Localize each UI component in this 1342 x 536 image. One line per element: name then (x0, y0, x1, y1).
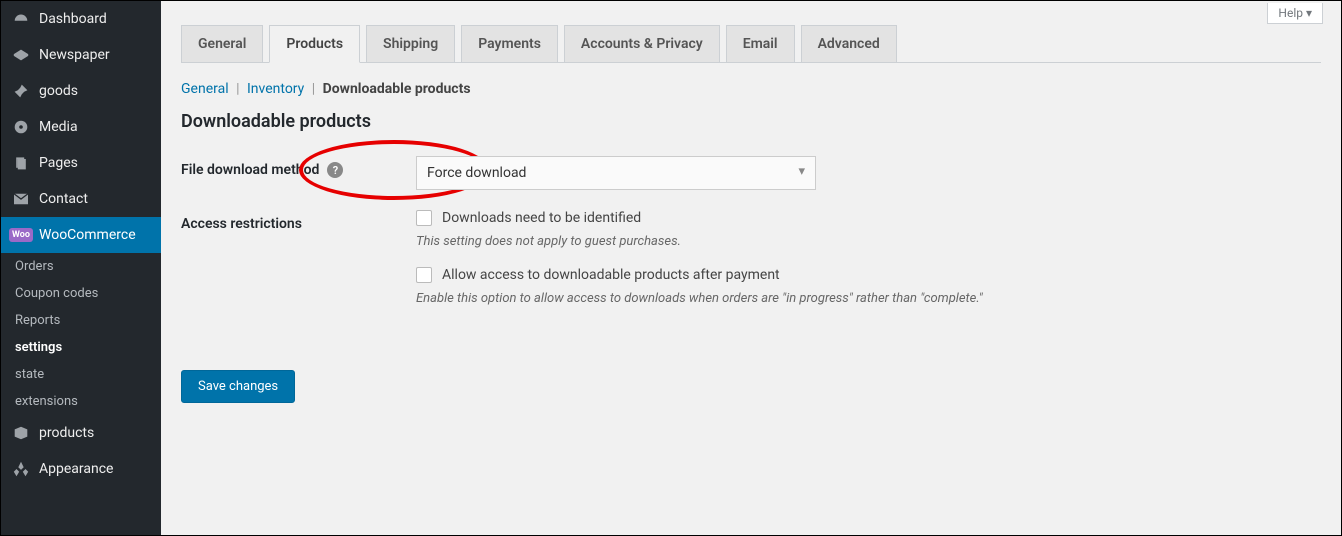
subtab-downloadable[interactable]: Downloadable products (323, 81, 471, 97)
sidebar-sub-coupons[interactable]: Coupon codes (1, 280, 161, 307)
file-download-method-select[interactable]: Force download (416, 156, 816, 190)
sidebar-item-label: Media (39, 119, 78, 135)
product-subtabs: General | Inventory | Downloadable produ… (181, 81, 471, 97)
access-after-payment-checkbox[interactable] (416, 267, 432, 283)
sidebar-sub-reports[interactable]: Reports (1, 307, 161, 334)
subtab-general[interactable]: General (181, 81, 229, 97)
sidebar-item-media[interactable]: Media (1, 109, 161, 145)
downloads-identified-checkbox[interactable] (416, 210, 432, 226)
tab-payments[interactable]: Payments (461, 25, 558, 62)
tab-accounts[interactable]: Accounts & Privacy (564, 25, 720, 62)
tab-email[interactable]: Email (726, 25, 795, 62)
sidebar-sub-orders[interactable]: Orders (1, 253, 161, 280)
sidebar-item-label: Appearance (39, 461, 113, 477)
pin-icon (11, 81, 31, 101)
sidebar-item-dashboard[interactable]: Dashboard (1, 1, 161, 37)
sidebar-item-label: goods (39, 83, 78, 99)
access-restrictions-label: Access restrictions (181, 210, 416, 232)
products-icon (11, 423, 31, 443)
appearance-icon (11, 459, 31, 479)
sidebar-item-label: products (39, 425, 94, 441)
sidebar-item-products[interactable]: products (1, 415, 161, 451)
sidebar-item-label: Pages (39, 155, 78, 171)
dashboard-icon (11, 9, 31, 29)
sidebar-item-contact[interactable]: Contact (1, 181, 161, 217)
newspaper-icon (11, 45, 31, 65)
tab-shipping[interactable]: Shipping (366, 25, 455, 62)
sidebar-item-label: Contact (39, 191, 88, 207)
save-button[interactable]: Save changes (181, 370, 295, 403)
access-after-payment-label: Allow access to downloadable products af… (442, 267, 780, 283)
sidebar-sub-extensions[interactable]: extensions (1, 388, 161, 415)
pages-icon (11, 153, 31, 173)
sidebar-item-woocommerce[interactable]: Woo WooCommerce (1, 217, 161, 253)
media-icon (11, 117, 31, 137)
sidebar-item-label: WooCommerce (39, 227, 136, 243)
sidebar-item-pages[interactable]: Pages (1, 145, 161, 181)
section-title: Downloadable products (181, 111, 1321, 132)
file-download-method-label: File download method ? (181, 156, 416, 178)
subtab-inventory[interactable]: Inventory (247, 81, 304, 97)
admin-sidebar: Dashboard Newspaper goods Media Pages Co… (1, 1, 161, 535)
main-content: Help ▾ General Products Shipping Payment… (161, 1, 1341, 535)
downloads-identified-desc: This setting does not apply to guest pur… (416, 234, 1321, 249)
tab-general[interactable]: General (181, 25, 263, 62)
tab-advanced[interactable]: Advanced (801, 25, 897, 62)
woocommerce-icon: Woo (11, 225, 31, 245)
sidebar-sub-state[interactable]: state (1, 361, 161, 388)
tab-products[interactable]: Products (269, 25, 360, 63)
settings-tabs: General Products Shipping Payments Accou… (181, 25, 1321, 63)
sidebar-item-newspaper[interactable]: Newspaper (1, 37, 161, 73)
downloads-identified-label: Downloads need to be identified (442, 210, 641, 226)
sidebar-item-appearance[interactable]: Appearance (1, 451, 161, 487)
access-after-payment-desc: Enable this option to allow access to do… (416, 291, 1321, 306)
help-icon[interactable]: ? (327, 162, 343, 178)
sidebar-item-label: Newspaper (39, 47, 110, 63)
sidebar-item-label: Dashboard (39, 11, 107, 27)
mail-icon (11, 189, 31, 209)
sidebar-item-goods[interactable]: goods (1, 73, 161, 109)
sidebar-sub-settings[interactable]: settings (1, 334, 161, 361)
help-toggle[interactable]: Help ▾ (1267, 3, 1323, 24)
